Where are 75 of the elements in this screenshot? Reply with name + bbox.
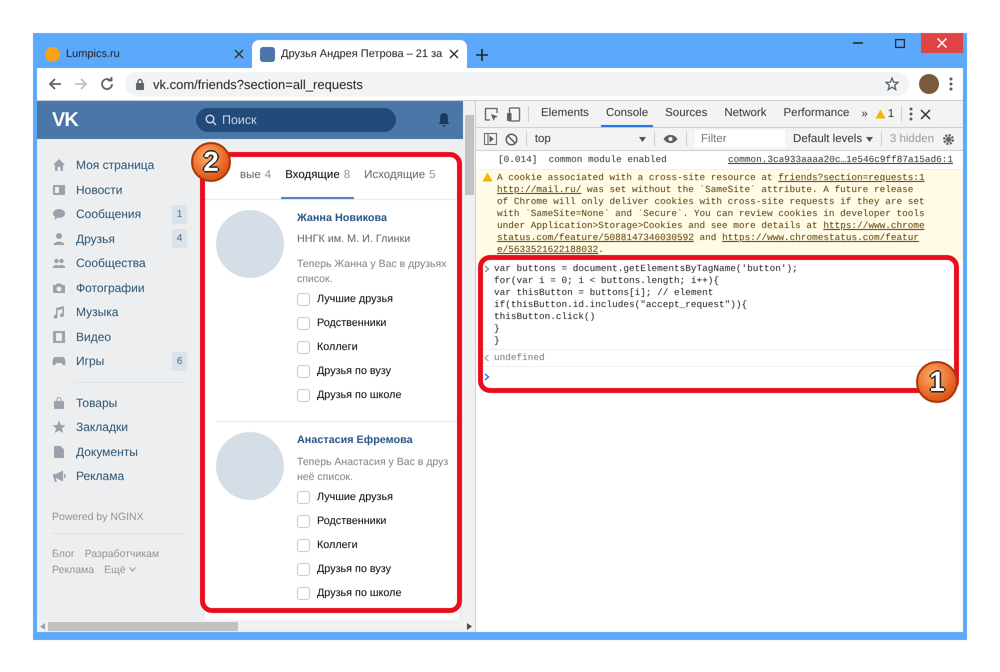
address-bar[interactable]: vk.com/friends?section=all_requests [125,72,909,96]
browser-tab[interactable]: Lumpics.ru [37,40,252,68]
count-badge: 4 [172,229,187,248]
warning-text-line: http://mail.ru/ was set without the `SameSite` attribute. A future release [497,184,914,196]
devtools-tab[interactable]: Network [719,101,772,127]
count-badge: 6 [172,352,187,371]
warning-counter[interactable]: 1 [874,108,894,120]
code-line: for(var i = 0; i < buttons.length; i++){ [494,275,720,287]
more-tabs-button[interactable]: » [861,108,868,120]
warning-text-line: e/5633521622188032. [497,244,605,256]
code-line: var thisButton = buttons[i]; // element [494,287,714,299]
list-checkbox[interactable]: Лучшие друзья [297,485,393,509]
code-line: } [494,335,501,347]
requests-tab[interactable]: Входящие 8 [281,153,354,199]
warning-text-line: with `SameSite=None` and `Secure`. You can review cookies in developer tools [497,208,925,220]
warning-text-line: of Chrome will only deliver cookies with cross-site requests if they are set [497,196,925,208]
request-message: Теперь Анастасия у Вас в друз [297,455,448,470]
list-checkbox[interactable]: Друзья по вузу [297,557,391,581]
sidebar-item[interactable]: Новости [52,178,187,202]
list-checkbox[interactable]: Родственники [297,509,386,533]
sidebar-item[interactable]: Сообщения 1 [52,202,187,226]
sidebar-item[interactable]: Закладки [52,415,187,440]
devtools-tab[interactable]: Elements [536,101,594,127]
person-name-link[interactable]: Жанна Новикова [297,212,446,224]
log-levels-dropdown[interactable]: Default levels [793,133,874,145]
person-name-link[interactable]: Анастасия Ефремова [297,434,448,446]
browser-tab[interactable]: Друзья Андрея Петрова – 21 за [252,40,467,68]
hidden-count: 3 hidden [890,133,934,145]
console-link[interactable]: https://www.chrome [823,220,925,231]
devtools-tab[interactable]: Performance [778,101,854,127]
console-link[interactable]: e/5633521622188032 [497,244,598,255]
list-checkbox[interactable]: Друзья по вузу [297,359,391,383]
sidebar-item[interactable]: Видео [52,324,187,349]
requests-tab[interactable]: Исходящие 5 [360,153,440,199]
warning-text-line: under Application>Storage>Cookies and see more details at https://www.chrome [497,220,925,232]
code-line: var buttons = document.getElementsByTagName('button'); [494,263,798,275]
context-select[interactable]: top [534,133,646,145]
warning-text-line: status.com/feature/5088147346030592 and https://www.chromestatus.com/featur [497,232,920,244]
console-link[interactable]: http://mail.ru/ [497,184,582,195]
code-line: if(thisButton.id.includes("accept_request")){ [494,299,748,311]
sidebar-item[interactable]: Документы [52,440,187,464]
list-checkbox[interactable]: Родственники [297,311,386,335]
count-badge: 1 [172,204,187,224]
console-message: [0.014] common module enabled [498,154,667,166]
powered-by-text: Powered by NGINX [52,510,145,522]
request-message: Теперь Жанна у Вас в друзьях [297,257,446,272]
console-link[interactable]: https://www.chromestatus.com/featur [722,232,919,243]
list-checkbox[interactable]: Коллеги [297,533,358,557]
requests-tab[interactable]: вые 4 [236,153,276,199]
list-checkbox[interactable]: Друзья по школе [297,383,402,407]
sidebar-item[interactable]: Моя страница [52,153,187,178]
code-line: } [494,323,501,335]
sidebar-item[interactable]: Игры 6 [52,349,187,374]
sidebar-item[interactable]: Реклама [52,464,187,488]
console-link[interactable]: status.com/feature/5088147346030592 [497,232,694,243]
request-message: список. [297,272,334,287]
request-message: неё список. [297,470,354,485]
devtools-tab[interactable]: Sources [660,101,712,127]
console-result: undefined [494,352,545,364]
warning-text-line: A cookie associated with a cross-site resource at friends?section=requests:1 [497,172,925,184]
sidebar-item[interactable]: Друзья 4 [52,226,187,251]
person-subtitle: ННГК им. М. И. Глинки [297,233,412,245]
list-checkbox[interactable]: Коллеги [297,335,358,359]
logo[interactable]: VK [52,108,196,132]
filter-field[interactable]: Filter [695,130,786,148]
sidebar-item[interactable]: Сообщества [52,251,187,276]
sidebar-item[interactable]: Музыка [52,300,187,324]
sidebar-item[interactable]: Товары [52,390,187,415]
console-link[interactable]: friends?section=requests:1 [778,172,925,183]
sidebar-item[interactable]: Фотографии [52,276,187,300]
list-checkbox[interactable]: Друзья по школе [297,581,402,605]
source-link[interactable]: common.3ca933aaaa20c…1e546c9ff87a15ad6:1 [728,154,953,166]
list-checkbox[interactable]: Лучшие друзья [297,287,393,311]
search-field[interactable]: Поиск [196,108,396,132]
code-line: thisButton.click() [494,311,596,323]
